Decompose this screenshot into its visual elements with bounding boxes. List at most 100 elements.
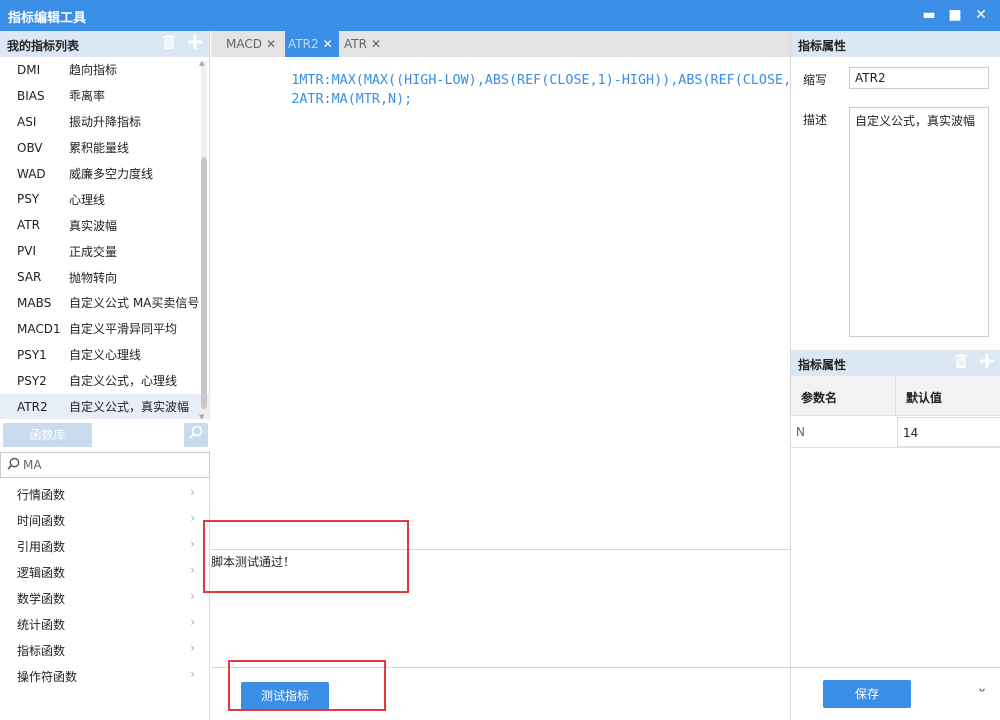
function-category-item[interactable]: 时间函数 › [0, 506, 210, 532]
function-category-label: 时间函数 [17, 514, 66, 528]
indicator-list-item[interactable]: PSY 心理线 [0, 186, 210, 212]
indicator-code: MABS [17, 295, 52, 310]
params-title: 指标属性 [798, 358, 847, 372]
tab-close-icon[interactable]: ✕ [266, 37, 276, 51]
indicator-list: DMI 趋向指标 BIAS 乖离率 ASI 振动升降指标 OBV 累积能量线 WAD 威廉多空力度… [0, 57, 210, 421]
tab-atr2[interactable]: ATR2 ✕ [285, 31, 339, 57]
indicator-code: MACD1 [17, 321, 61, 336]
maximize-icon[interactable]: ■ [943, 4, 967, 26]
indicator-list-item[interactable]: ATR 真实波幅 [0, 212, 210, 238]
chevron-right-icon: › [190, 563, 195, 577]
function-category-label: 统计函数 [17, 618, 66, 632]
indicator-list-item[interactable]: PSY2 自定义公式，心理线 [0, 368, 210, 394]
add-icon[interactable] [187, 35, 203, 53]
trash-icon[interactable] [161, 35, 177, 53]
function-category-label: 引用函数 [17, 540, 66, 554]
trash-icon-glyph [163, 35, 175, 49]
indicator-code: PVI [17, 244, 36, 259]
search-icon [7, 457, 20, 474]
param-name-cell: N [796, 425, 805, 439]
params-table: 参数名 默认值 N 14 [791, 376, 1000, 448]
indicator-code: PSY2 [17, 373, 47, 388]
indicator-list-item[interactable]: SAR 抛物转向 [0, 264, 210, 290]
indicator-code: OBV [17, 140, 43, 155]
function-search-box[interactable] [0, 452, 210, 478]
indicator-code: ATR2 [17, 399, 48, 414]
chevron-right-icon: › [190, 667, 195, 681]
function-library-bar: 函数库 [0, 420, 210, 451]
indicator-name: 抛物转向 [69, 270, 118, 285]
indicator-list-scrollbar[interactable]: ▲ ▼ [199, 59, 207, 421]
resize-grip-icon[interactable]: ᵕ [979, 682, 986, 701]
tab-macd[interactable]: MACD ✕ [211, 31, 285, 57]
function-category-item[interactable]: 指标函数 › [0, 636, 210, 662]
indicator-code: BIAS [17, 88, 45, 103]
properties-header: 指标属性 [791, 31, 1000, 57]
indicator-code: WAD [17, 166, 46, 181]
table-row: N 14 [791, 416, 1000, 448]
window-title: 指标编辑工具 [8, 11, 87, 26]
code-editor[interactable]: 1MTR:MAX(MAX((HIGH-LOW),ABS(REF(CLOSE,1)… [211, 57, 790, 549]
tab-close-icon[interactable]: ✕ [323, 37, 333, 51]
indicator-code: SAR [17, 270, 42, 285]
param-default-input[interactable]: 14 [897, 417, 1000, 447]
my-indicators-header: 我的指标列表 [0, 31, 209, 57]
save-button[interactable]: 保存 [823, 680, 911, 708]
chevron-right-icon: › [190, 537, 195, 551]
line-number: 2 [291, 92, 300, 107]
minimize-icon[interactable]: ▬ [917, 4, 941, 26]
chevron-right-icon: › [190, 589, 195, 603]
scroll-up-arrow-icon[interactable]: ▲ [199, 59, 204, 67]
function-category-item[interactable]: 数学函数 › [0, 584, 210, 610]
indicator-list-item[interactable]: PSY1 自定义心理线 [0, 342, 210, 368]
close-icon[interactable]: ✕ [969, 4, 993, 26]
function-category-list: 行情函数 › 时间函数 › 引用函数 › 逻辑函数 › 数学函数 › 统计函数 › 指标函数 › 操作符函数… [0, 480, 210, 688]
left-panel: 我的指标列表 DMI 趋向指标 BIAS 乖离率 ASI 振动升降指标 OBV 累积能量线 WA… [0, 31, 210, 720]
editor-tabs: MACD ✕ ATR2 ✕ ATR ✕ [211, 31, 790, 57]
scrollbar-thumb[interactable] [201, 157, 207, 409]
indicator-name: 自定义公式，真实波幅 [69, 400, 190, 415]
function-category-label: 指标函数 [17, 644, 66, 658]
chevron-right-icon: › [190, 511, 195, 525]
indicator-list-item[interactable]: PVI 正成交量 [0, 238, 210, 264]
function-category-item[interactable]: 引用函数 › [0, 532, 210, 558]
chevron-right-icon: › [190, 641, 195, 655]
tab-atr[interactable]: ATR ✕ [339, 31, 399, 57]
indicator-name: 真实波幅 [69, 218, 118, 233]
function-category-item[interactable]: 操作符函数 › [0, 662, 210, 688]
indicator-list-item[interactable]: OBV 累积能量线 [0, 135, 210, 161]
function-library-tab[interactable]: 函数库 [3, 423, 92, 447]
code-text: ATR:MA(MTR,N); [299, 92, 413, 107]
function-category-item[interactable]: 行情函数 › [0, 480, 210, 506]
indicator-list-item[interactable]: DMI 趋向指标 [0, 57, 210, 83]
chevron-right-icon: › [190, 615, 195, 629]
tab-close-icon[interactable]: ✕ [371, 37, 381, 51]
highlight-box-result [203, 520, 409, 593]
indicator-name: 自定义公式 MA买卖信号 [69, 296, 200, 311]
indicator-list-item[interactable]: BIAS 乖离率 [0, 83, 210, 109]
desc-textarea[interactable]: 自定义公式，真实波幅 [849, 107, 989, 337]
indicator-list-item[interactable]: ATR2 自定义公式，真实波幅 [0, 393, 210, 420]
param-default-value: 14 [903, 426, 919, 440]
param-name-column-header: 参数名 [801, 391, 838, 405]
function-category-item[interactable]: 统计函数 › [0, 610, 210, 636]
code-line-2[interactable]: 2ATR:MA(MTR,N); [211, 77, 412, 122]
tab-label: MACD [226, 37, 262, 51]
abbr-value: ATR2 [855, 71, 886, 85]
library-search-button[interactable] [184, 423, 208, 447]
function-category-item[interactable]: 逻辑函数 › [0, 558, 210, 584]
abbr-field[interactable]: ATR2 [849, 67, 989, 89]
indicator-name: 威廉多空力度线 [69, 167, 154, 181]
function-search-input[interactable] [23, 455, 203, 475]
right-bottom-bar: 保存 ᵕ [791, 667, 1000, 720]
indicator-name: 趋向指标 [69, 63, 118, 78]
abbr-label: 缩写 [803, 73, 828, 87]
trash-icon[interactable] [953, 354, 969, 372]
indicator-list-item[interactable]: ASI 振动升降指标 [0, 109, 210, 135]
indicator-list-item[interactable]: WAD 威廉多空力度线 [0, 161, 210, 187]
add-icon[interactable] [979, 354, 995, 372]
indicator-code: ASI [17, 114, 37, 129]
indicator-name: 正成交量 [69, 244, 118, 259]
indicator-list-item[interactable]: MABS 自定义公式 MA买卖信号 [0, 290, 210, 316]
indicator-list-item[interactable]: MACD1 自定义平滑异同平均 [0, 316, 210, 342]
